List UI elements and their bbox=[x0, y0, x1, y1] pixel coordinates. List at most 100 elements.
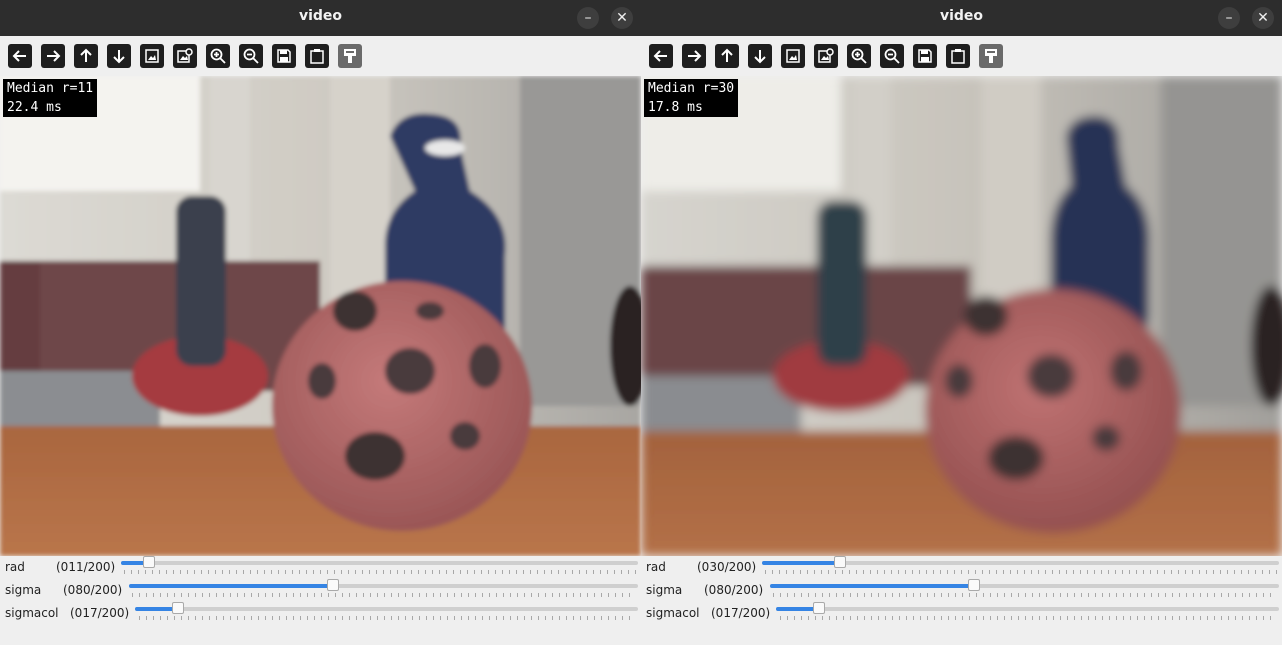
title-bar[interactable]: video – ✕ bbox=[0, 0, 641, 36]
trackbar-thumb[interactable] bbox=[326, 579, 339, 591]
trackbar-thumb[interactable] bbox=[143, 556, 156, 568]
trackbar-value: (080/200) bbox=[704, 583, 764, 597]
trackbar-label: sigmacol bbox=[646, 606, 700, 620]
trackbar-rad: rad (011/200) bbox=[0, 556, 641, 579]
copy-clipboard-button[interactable] bbox=[305, 44, 329, 68]
timing-overlay: Median r=11 22.4 ms bbox=[3, 79, 98, 117]
trackbar-panel: rad (030/200) sigma (080/200) sigmacol (… bbox=[641, 556, 1282, 645]
window-title: video bbox=[298, 8, 343, 24]
trackbar-value: (011/200) bbox=[56, 560, 116, 574]
trackbar-thumb[interactable] bbox=[171, 602, 184, 614]
video-window-right: video – ✕ Median r=30 17.8 ms rad (030/2… bbox=[641, 0, 1282, 645]
pan-up-button[interactable] bbox=[74, 44, 98, 68]
timing-label: 17.8 ms bbox=[644, 98, 707, 117]
video-frame[interactable] bbox=[0, 76, 641, 556]
properties-icon bbox=[344, 49, 356, 63]
zoom-fit-button[interactable] bbox=[781, 44, 805, 68]
trackbar-sigma: sigma (080/200) bbox=[641, 579, 1282, 602]
zoom-out-icon bbox=[884, 48, 900, 64]
trackbar-label: rad bbox=[5, 560, 25, 574]
save-icon bbox=[918, 49, 932, 63]
pan-down-button[interactable] bbox=[748, 44, 772, 68]
pan-down-button[interactable] bbox=[107, 44, 131, 68]
properties-button[interactable] bbox=[338, 44, 362, 68]
trackbar-label: rad bbox=[646, 560, 666, 574]
trackbar-sigmacol: sigmacol (017/200) bbox=[641, 602, 1282, 625]
trackbar-ticks bbox=[139, 616, 636, 620]
zoom-original-button[interactable] bbox=[814, 44, 838, 68]
zoom-image-icon bbox=[818, 48, 834, 63]
trackbar-label: sigma bbox=[646, 583, 683, 597]
pan-right-button[interactable] bbox=[41, 44, 65, 68]
trackbar-rad: rad (030/200) bbox=[641, 556, 1282, 579]
video-window-left: video – ✕ Median r=11 22.4 ms rad (011/2… bbox=[0, 0, 641, 645]
copy-clipboard-icon bbox=[951, 49, 965, 64]
zoom-fit-button[interactable] bbox=[140, 44, 164, 68]
properties-button[interactable] bbox=[979, 44, 1003, 68]
trackbar-value: (017/200) bbox=[70, 606, 130, 620]
trackbar-ticks bbox=[132, 593, 636, 597]
close-button[interactable]: ✕ bbox=[611, 7, 633, 29]
trackbar-track[interactable] bbox=[776, 602, 1279, 614]
toolbar bbox=[641, 36, 1282, 76]
trackbar-value: (017/200) bbox=[711, 606, 771, 620]
zoom-image-icon bbox=[177, 48, 193, 63]
trackbar-track[interactable] bbox=[121, 556, 638, 568]
pan-left-button[interactable] bbox=[649, 44, 673, 68]
minimize-button[interactable]: – bbox=[1218, 7, 1240, 29]
zoom-in-icon bbox=[851, 48, 867, 64]
arrow-right-icon bbox=[688, 50, 702, 62]
arrow-up-icon bbox=[80, 48, 92, 62]
save-button[interactable] bbox=[913, 44, 937, 68]
minimize-icon: – bbox=[1225, 10, 1233, 26]
scene-image bbox=[641, 76, 1282, 556]
trackbar-thumb[interactable] bbox=[967, 579, 980, 591]
arrow-down-icon bbox=[113, 50, 125, 64]
save-icon bbox=[277, 49, 291, 63]
pan-right-button[interactable] bbox=[682, 44, 706, 68]
timing-label: 22.4 ms bbox=[3, 98, 66, 117]
arrow-down-icon bbox=[754, 50, 766, 64]
copy-clipboard-button[interactable] bbox=[946, 44, 970, 68]
trackbar-label: sigmacol bbox=[5, 606, 59, 620]
minimize-icon: – bbox=[584, 10, 592, 26]
zoom-original-button[interactable] bbox=[173, 44, 197, 68]
filter-label: Median r=30 bbox=[644, 79, 739, 98]
arrow-left-icon bbox=[12, 50, 26, 62]
zoom-out-button[interactable] bbox=[880, 44, 904, 68]
properties-icon bbox=[985, 49, 997, 63]
title-bar[interactable]: video – ✕ bbox=[641, 0, 1282, 36]
trackbar-panel: rad (011/200) sigma (080/200) sigmacol (… bbox=[0, 556, 641, 645]
trackbar-sigma: sigma (080/200) bbox=[0, 579, 641, 602]
toolbar bbox=[0, 36, 641, 76]
trackbar-track[interactable] bbox=[770, 579, 1279, 591]
trackbar-thumb[interactable] bbox=[833, 556, 846, 568]
zoom-fit-icon bbox=[145, 49, 159, 63]
zoom-fit-icon bbox=[786, 49, 800, 63]
minimize-button[interactable]: – bbox=[577, 7, 599, 29]
zoom-in-button[interactable] bbox=[206, 44, 230, 68]
trackbar-track[interactable] bbox=[762, 556, 1279, 568]
arrow-left-icon bbox=[653, 50, 667, 62]
trackbar-track[interactable] bbox=[129, 579, 638, 591]
video-frame[interactable] bbox=[641, 76, 1282, 556]
zoom-in-icon bbox=[210, 48, 226, 64]
timing-overlay: Median r=30 17.8 ms bbox=[644, 79, 739, 117]
pan-up-button[interactable] bbox=[715, 44, 739, 68]
trackbar-ticks bbox=[780, 616, 1277, 620]
close-button[interactable]: ✕ bbox=[1252, 7, 1274, 29]
trackbar-track[interactable] bbox=[135, 602, 638, 614]
zoom-out-button[interactable] bbox=[239, 44, 263, 68]
filter-label: Median r=11 bbox=[3, 79, 98, 98]
zoom-in-button[interactable] bbox=[847, 44, 871, 68]
pan-left-button[interactable] bbox=[8, 44, 32, 68]
trackbar-value: (030/200) bbox=[697, 560, 757, 574]
save-button[interactable] bbox=[272, 44, 296, 68]
arrow-right-icon bbox=[47, 50, 61, 62]
trackbar-thumb[interactable] bbox=[812, 602, 825, 614]
trackbar-value: (080/200) bbox=[63, 583, 123, 597]
zoom-out-icon bbox=[243, 48, 259, 64]
window-title: video bbox=[939, 8, 984, 24]
trackbar-ticks bbox=[124, 570, 636, 574]
scene-image bbox=[0, 76, 641, 556]
